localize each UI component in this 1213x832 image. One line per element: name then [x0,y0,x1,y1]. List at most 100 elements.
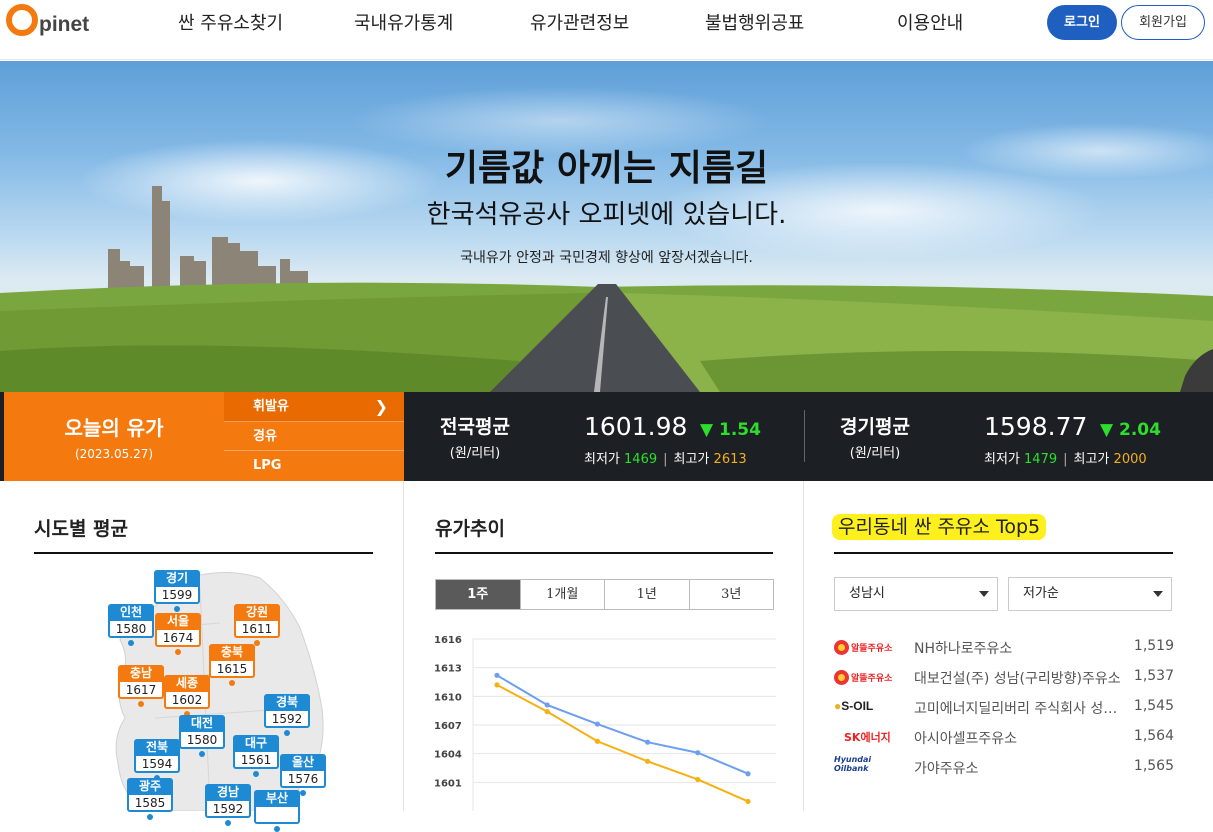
high-value: 2000 [1113,452,1147,467]
national-average-label: 전국평균 [440,416,510,438]
station-name: NH하나로주유소 [914,641,1013,657]
region-average-unit: (원/리터) [849,446,901,461]
region-badge-chungbuk[interactable]: 충북 1615 [209,644,255,686]
station-row[interactable]: Hyundai Oilbank 가야주유소 1,565 [834,752,1174,782]
series-2-point [594,738,600,744]
nav-item-cheap-station[interactable]: 싼 주유소찾기 [178,9,283,35]
region-badge-gyeongnam[interactable]: 경남 1592 [205,784,251,826]
today-price-box: 오늘의 유가 (2023.05.27) [4,392,224,481]
nav-item-price-info[interactable]: 유가관련정보 [530,9,629,35]
region-low-high: 최저가 1479 | 최고가 2000 [984,452,1147,467]
caret-down-icon [979,591,989,597]
hero-description: 국내유가 안정과 국민경제 향상에 앞장서겠습니다. [460,250,753,266]
region-badge-chungnam[interactable]: 충남 1617 [118,665,164,707]
region-badge-jeonbuk[interactable]: 전북 1594 [134,739,180,781]
top5-title-text: 우리동네 싼 주유소 Top5 [832,514,1047,540]
low-value: 1479 [1024,452,1058,467]
tab-1-month[interactable]: 1개월 [521,580,605,609]
station-row[interactable]: SK에너지 아시아셀프주유소 1,564 [834,722,1174,752]
national-average-unit: (원/리터) [449,446,501,461]
region-badge-gyeongbuk[interactable]: 경북 1592 [264,694,310,736]
y-tick-label: 1616 [434,635,462,646]
region-badge-incheon[interactable]: 인천 1580 [108,604,154,646]
title-underline [834,552,1173,554]
fuel-type-list: 휘발유 ❯ 경유 LPG [224,392,404,481]
region-average-change: ▼ 2.04 [1100,420,1161,440]
region-badge-gyeonggi[interactable]: 경기 1599 [154,570,200,612]
station-price: 1,564 [1133,728,1174,744]
region-badge-gwangju[interactable]: 광주 1585 [127,778,173,820]
region-average-label: 경기평균 [840,416,910,438]
nav-item-illegal-disclosure[interactable]: 불법행위공표 [705,9,804,35]
price-trend-title: 유가추이 [435,518,505,540]
title-underline [435,552,773,554]
login-button[interactable]: 로그인 [1047,5,1117,40]
period-tabs: 1주 1개월 1년 3년 [435,579,774,610]
fuel-tab-gasoline[interactable]: 휘발유 ❯ [224,392,404,422]
sido-average-panel: 시도별 평균 경기 1599 인천 1580 서울 1674 강원 1611 충북 161… [0,481,403,832]
low-value: 1469 [624,452,658,467]
tab-1-year[interactable]: 1년 [605,580,690,609]
high-label: 최고가 [1073,452,1110,467]
region-badge-sejong[interactable]: 세종 1602 [164,675,210,717]
series-2-point [544,709,550,715]
national-average: 전국평균 (원/리터) 1601.98 ▼ 1.54 최저가 1469 | 최고가 … [430,392,800,481]
station-price: 1,537 [1133,668,1174,684]
region-badge-ulsan[interactable]: 울산 1576 [280,754,326,796]
station-name: 아시아셀프주유소 [914,731,1018,747]
y-tick-label: 1607 [434,721,462,732]
top-header: pinet 싼 주유소찾기 국내유가통계 유가관련정보 불법행위공표 이용안내 … [0,0,1213,60]
title-underline [34,552,373,554]
series-2-point [494,682,500,688]
station-name: 대보건설(주) 성남(구리방향)주유소 [914,671,1121,687]
fuel-tab-label: 휘발유 [253,399,289,414]
caret-down-icon [1153,591,1163,597]
region-badge-busan[interactable]: 부산 [254,790,300,832]
y-tick-label: 1601 [434,778,462,789]
sort-select-value: 저가순 [1023,586,1059,601]
s-oil-logo: ●S-OIL [834,699,874,713]
station-price: 1,545 [1133,698,1174,714]
tab-1-week[interactable]: 1주 [436,580,521,609]
high-label: 최고가 [673,452,710,467]
tab-3-years[interactable]: 3년 [690,580,774,609]
sk-energy-logo: SK에너지 [844,731,891,744]
hero-banner: 기름값 아끼는 지름길 한국석유공사 오피넷에 있습니다. 국내유가 안정과 국… [0,61,1213,392]
sort-select[interactable]: 저가순 [1008,577,1172,611]
region-badge-gangwon[interactable]: 강원 1611 [234,604,280,646]
today-price-bar: 오늘의 유가 (2023.05.27) 휘발유 ❯ 경유 LPG 전국평균 (원… [0,392,1213,481]
price-trend-chart[interactable]: 1601 1604 1607 1610 1613 1616 [426,631,786,811]
fuel-tab-lpg[interactable]: LPG [224,451,404,481]
price-divider [804,410,805,462]
series-2-point [695,776,701,783]
price-trend-panel: 유가추이 1주 1개월 1년 3년 1601 1604 1607 1610 1613 16… [404,481,803,811]
chevron-right-icon: ❯ [374,397,388,416]
national-low-high: 최저가 1469 | 최고가 2613 [584,452,747,467]
nav-item-guide[interactable]: 이용안내 [897,9,963,35]
fuel-tab-diesel[interactable]: 경유 [224,422,404,452]
series-1-point [494,672,500,678]
top5-title: 우리동네 싼 주유소 Top5 [832,512,1047,540]
opinet-logo[interactable]: pinet [6,4,89,36]
region-badge-seoul[interactable]: 서울 1674 [155,613,201,655]
hyundai-oilbank-logo: Hyundai Oilbank [834,755,872,773]
city-select[interactable]: 성남시 [834,577,998,611]
region-average: 경기평균 (원/리터) 1598.77 ▼ 2.04 최저가 1479 | 최고가 … [830,392,1200,481]
series-1-point [645,739,651,745]
y-tick-label: 1613 [434,664,462,675]
top5-panel: 우리동네 싼 주유소 Top5 성남시 저가순 알뜰주유소 NH하나로주유소 1… [804,481,1213,811]
station-name: 고미에너지딜리버리 주식회사 성… [914,701,1118,717]
region-badge-daegu[interactable]: 대구 1561 [233,735,279,777]
series-line-2 [496,683,749,803]
join-button[interactable]: 회원가입 [1121,5,1205,40]
station-row[interactable]: 알뜰주유소 NH하나로주유소 1,519 [834,632,1174,662]
station-row[interactable]: 알뜰주유소 대보건설(주) 성남(구리방향)주유소 1,537 [834,662,1174,692]
fuel-tab-label: 경유 [253,428,277,444]
series-1-point [544,702,550,708]
station-row[interactable]: ●S-OIL 고미에너지딜리버리 주식회사 성… 1,545 [834,692,1174,722]
nav-item-domestic-stats[interactable]: 국내유가통계 [354,9,453,35]
region-badge-daejeon[interactable]: 대전 1580 [179,715,225,757]
logo-o-mark [6,4,38,36]
logo-wordmark: pinet [39,13,90,36]
alttul-logo: 알뜰주유소 [834,666,894,688]
